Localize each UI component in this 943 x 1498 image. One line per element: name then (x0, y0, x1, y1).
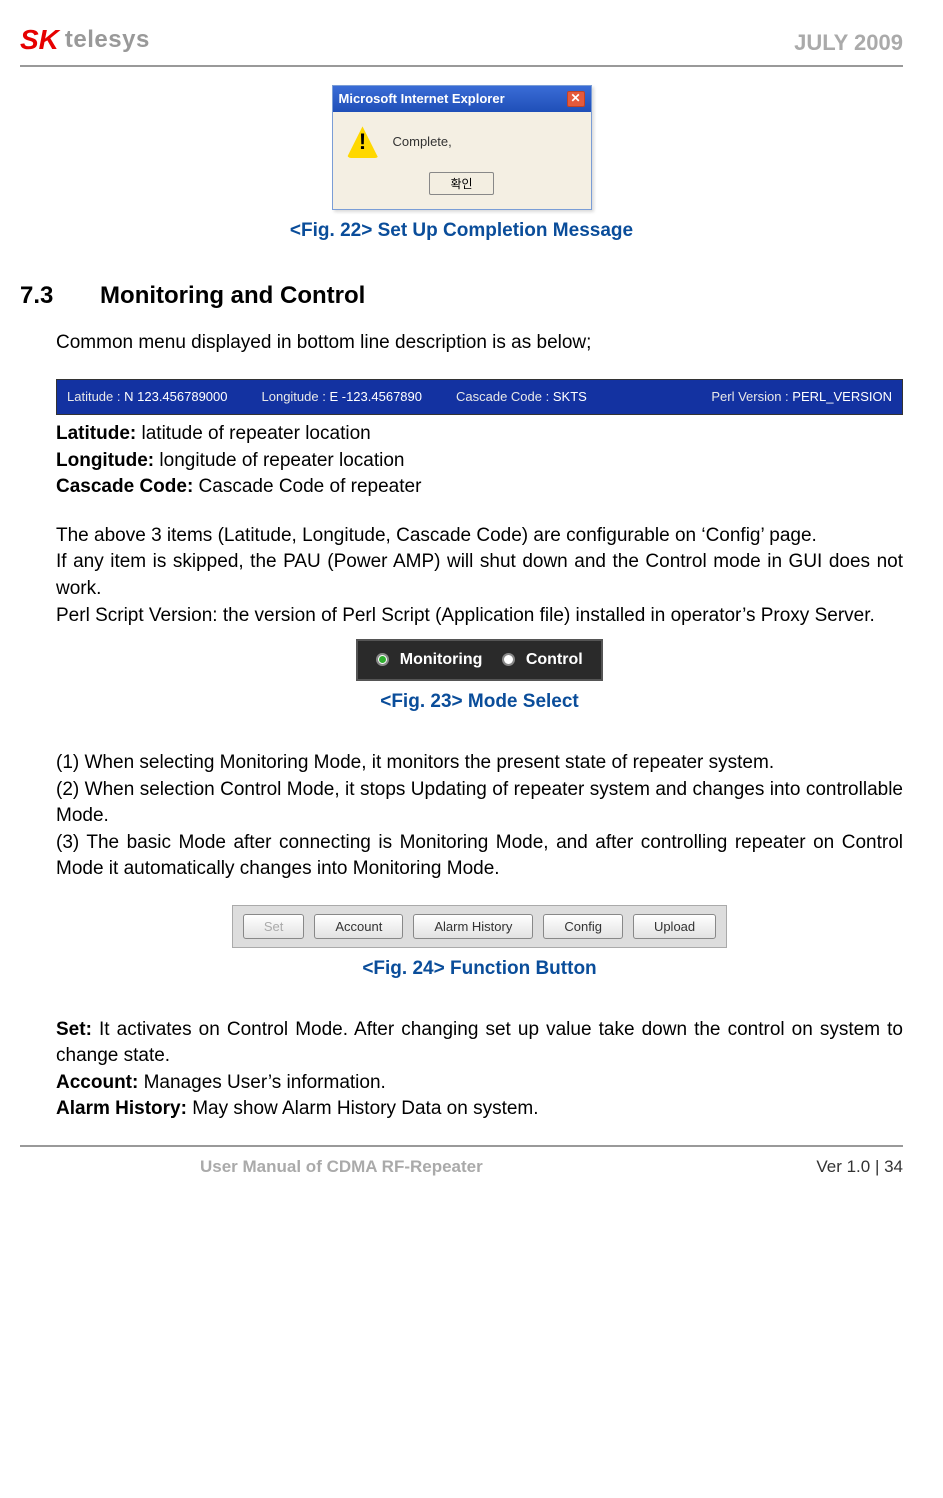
note-pau: If any item is skipped, the PAU (Power A… (56, 549, 903, 602)
account-button[interactable]: Account (314, 914, 403, 939)
footer-title: User Manual of CDMA RF-Repeater (200, 1155, 483, 1179)
config-button[interactable]: Config (543, 914, 623, 939)
fig24-caption: <Fig. 24> Function Button (56, 956, 903, 983)
section-title: Monitoring and Control (100, 282, 365, 309)
dialog-titlebar: Microsoft Internet Explorer ✕ (333, 86, 591, 112)
logo-telesys: telesys (65, 23, 150, 57)
ie-dialog: Microsoft Internet Explorer ✕ ! Complete… (332, 85, 592, 210)
mode-desc-3: (3) The basic Mode after connecting is M… (56, 830, 903, 883)
fig23-container: Monitoring Control (56, 639, 903, 681)
dialog-message: Complete, (393, 133, 452, 151)
page-footer: User Manual of CDMA RF-Repeater Ver 1.0 … (20, 1145, 903, 1179)
header-date: JULY 2009 (794, 28, 903, 59)
footer-page: Ver 1.0 | 34 (816, 1155, 903, 1179)
page-header: SK telesys JULY 2009 (20, 20, 903, 67)
note-config: The above 3 items (Latitude, Longitude, … (56, 523, 903, 550)
logo: SK telesys (20, 20, 150, 59)
mode-select-box: Monitoring Control (356, 639, 602, 681)
function-button-bar: Set Account Alarm History Config Upload (232, 905, 727, 948)
status-perl: Perl Version : PERL_VERSION (711, 388, 892, 406)
mode-control[interactable]: Control (502, 649, 582, 671)
radio-selected-icon (376, 653, 389, 666)
mode-desc-2: (2) When selection Control Mode, it stop… (56, 777, 903, 830)
def-cascade: Cascade Code: Cascade Code of repeater (56, 474, 903, 501)
status-latitude: Latitude : N 123.456789000 (67, 388, 228, 406)
funcdesc-account: Account: Manages User’s information. (56, 1070, 903, 1097)
alarm-history-button[interactable]: Alarm History (413, 914, 533, 939)
section-number: 7.3 (20, 279, 53, 313)
status-longitude: Longitude : E -123.4567890 (262, 388, 423, 406)
set-button[interactable]: Set (243, 914, 305, 939)
fig22-container: Microsoft Internet Explorer ✕ ! Complete… (20, 85, 903, 210)
fig24-container: Set Account Alarm History Config Upload (56, 905, 903, 948)
section-heading: 7.3 Monitoring and Control (20, 279, 903, 313)
mode-monitoring[interactable]: Monitoring (376, 649, 482, 671)
ok-button[interactable]: 확인 (429, 172, 493, 195)
fig23-caption: <Fig. 23> Mode Select (56, 689, 903, 716)
status-cascade: Cascade Code : SKTS (456, 388, 587, 406)
radio-unselected-icon (502, 653, 515, 666)
dialog-title-text: Microsoft Internet Explorer (339, 90, 505, 108)
funcdesc-alarm: Alarm History: May show Alarm History Da… (56, 1096, 903, 1123)
intro-paragraph: Common menu displayed in bottom line des… (56, 330, 903, 357)
dialog-body: ! Complete, (333, 112, 591, 162)
def-longitude: Longitude: longitude of repeater locatio… (56, 448, 903, 475)
status-bar: Latitude : N 123.456789000 Longitude : E… (56, 379, 903, 415)
note-perl: Perl Script Version: the version of Perl… (56, 603, 903, 630)
logo-sk: SK (20, 20, 59, 59)
close-icon[interactable]: ✕ (567, 91, 585, 107)
funcdesc-set: Set: It activates on Control Mode. After… (56, 1017, 903, 1070)
dialog-button-row: 확인 (333, 162, 591, 209)
def-latitude: Latitude: latitude of repeater location (56, 421, 903, 448)
fig22-caption: <Fig. 22> Set Up Completion Message (20, 218, 903, 245)
upload-button[interactable]: Upload (633, 914, 716, 939)
warning-icon: ! (347, 126, 379, 158)
mode-desc-1: (1) When selecting Monitoring Mode, it m… (56, 750, 903, 777)
